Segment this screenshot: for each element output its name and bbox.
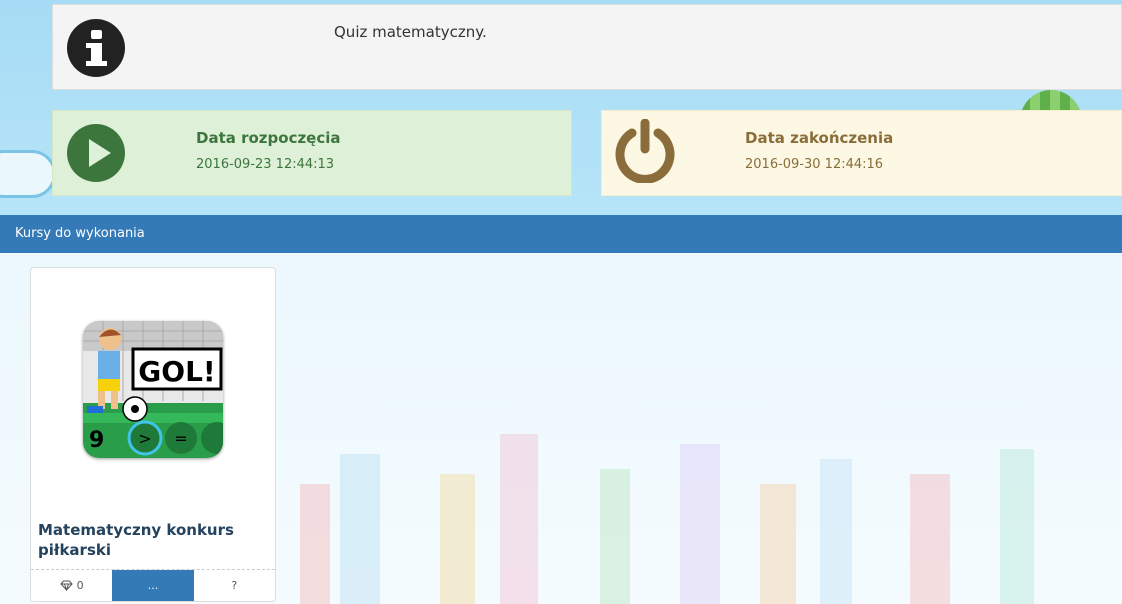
end-date-label: Data zakończenia — [745, 129, 894, 147]
end-date-panel: Data zakończenia 2016-09-30 12:44:16 — [601, 110, 1122, 196]
city-background — [300, 434, 1034, 604]
thumb-gol-text: GOL! — [138, 355, 215, 388]
course-card-footer: 0 ... ? — [31, 569, 275, 601]
start-date-value: 2016-09-23 12:44:13 — [196, 157, 335, 172]
points-cell: 0 — [31, 570, 112, 601]
start-date-label: Data rozpoczęcia — [196, 129, 341, 147]
end-date-value: 2016-09-30 12:44:16 — [745, 157, 884, 172]
quiz-info-panel: Quiz matematyczny. — [52, 4, 1122, 90]
power-icon — [615, 119, 675, 183]
thumb-op-1: > — [138, 429, 151, 448]
start-date-panel: Data rozpoczęcia 2016-09-23 12:44:13 — [52, 110, 572, 196]
quiz-title: Quiz matematyczny. — [334, 23, 487, 41]
background-cloud — [0, 150, 56, 198]
football-game-image: GOL! 9 > = — [83, 321, 223, 458]
thumb-op-2: = — [174, 429, 187, 448]
course-action-button[interactable]: ... — [112, 570, 194, 601]
help-button[interactable]: ? — [194, 570, 275, 601]
info-icon — [67, 19, 125, 77]
points-value: 0 — [76, 579, 84, 592]
courses-header: Kursy do wykonania — [0, 215, 1122, 253]
courses-header-label: Kursy do wykonania — [15, 226, 145, 241]
course-card[interactable]: GOL! 9 > = Matematyczny konkurs piłkarsk… — [30, 267, 276, 602]
diamond-icon — [59, 580, 73, 591]
course-title[interactable]: Matematyczny konkurs piłkarski — [38, 520, 268, 560]
play-icon — [67, 124, 125, 182]
course-thumbnail[interactable]: GOL! 9 > = — [83, 321, 223, 458]
thumb-number: 9 — [89, 428, 104, 453]
